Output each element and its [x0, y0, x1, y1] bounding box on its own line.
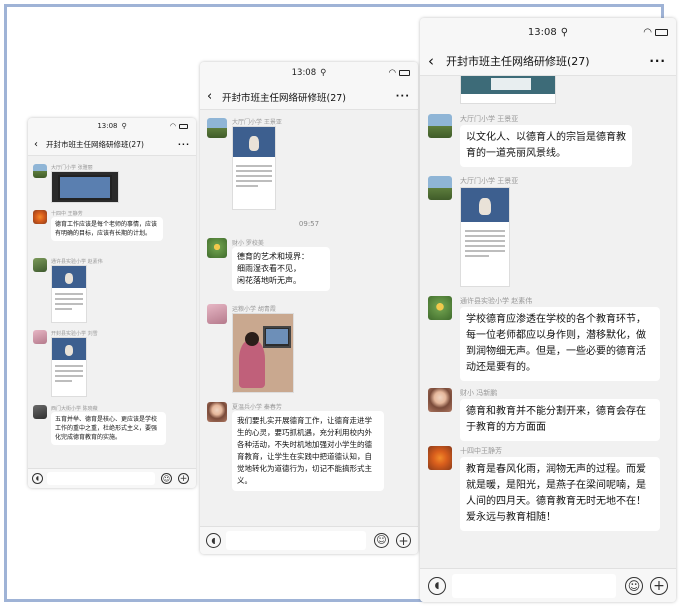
input-bar: ◖ ☺ +	[28, 468, 196, 488]
input-bar: ◖ ☺ +	[420, 568, 676, 602]
phone-screenshot-3: 13:08 ⚲ ◠ ‹ 开封市班主任网络研修班(27) ··· 大厅门小学 王景…	[420, 18, 676, 602]
battery-icon	[655, 28, 668, 36]
photo-message[interactable]	[232, 313, 294, 393]
image-message[interactable]	[460, 187, 510, 287]
sender-name: 西门大街小学 陈晓薇	[51, 406, 98, 412]
avatar[interactable]	[428, 388, 452, 412]
search-status-icon: ⚲	[320, 68, 327, 78]
message-bubble[interactable]: 德育的艺术和境界： 细雨湿衣看不见， 闲花落地听无声。	[232, 247, 330, 291]
status-bar: 13:08 ⚲ ◠	[420, 18, 676, 46]
avatar[interactable]	[428, 176, 452, 200]
wifi-icon: ◠	[643, 26, 652, 38]
message-input[interactable]	[226, 531, 366, 550]
more-options-icon[interactable]: ···	[649, 54, 666, 68]
avatar[interactable]	[428, 114, 452, 138]
emoji-icon[interactable]: ☺	[374, 533, 389, 548]
back-arrow-icon[interactable]: ‹	[207, 89, 212, 104]
message-bubble[interactable]: 以文化人、以德育人的宗旨是德育教育的一道亮丽风景线。	[460, 125, 632, 167]
sender-name: 运粮小学 胡青霞	[232, 306, 276, 313]
plus-icon[interactable]: +	[178, 473, 189, 484]
sender-name: 大厅门小学 王景亚	[460, 177, 519, 185]
sender-name: 夏温兵小学 秦春芳	[232, 404, 282, 411]
avatar[interactable]	[428, 296, 452, 320]
sender-name: 通许县实验小学 赵素伟	[460, 297, 533, 305]
back-arrow-icon[interactable]: ‹	[34, 139, 38, 150]
avatar[interactable]	[33, 258, 47, 272]
avatar[interactable]	[207, 304, 227, 324]
voice-icon[interactable]: ◖	[206, 533, 221, 548]
message-input[interactable]	[452, 574, 616, 598]
chat-title: 开封市班主任网络研修班(27)	[46, 140, 144, 149]
chat-title: 开封市班主任网络研修班(27)	[446, 54, 590, 68]
avatar[interactable]	[207, 118, 227, 138]
avatar[interactable]	[33, 330, 47, 344]
avatar[interactable]	[428, 446, 452, 470]
emoji-icon[interactable]: ☺	[625, 577, 643, 595]
avatar[interactable]	[33, 164, 47, 178]
wifi-icon: ◠	[388, 68, 396, 78]
battery-icon	[179, 123, 188, 129]
avatar[interactable]	[207, 238, 227, 258]
sender-name: 大厅门小学 张雅丽	[51, 165, 93, 171]
image-message[interactable]	[51, 337, 87, 397]
sender-name: 通许县实验小学 赵素伟	[51, 259, 103, 265]
phone-screenshot-1: 13:08 ⚲ ◠ ‹ 开封市班主任网络研修班(27) ··· 大厅门小学 张雅…	[28, 118, 196, 488]
status-time: 13:08	[527, 26, 557, 38]
sender-name: 十四中 王静芳	[51, 211, 83, 217]
more-options-icon[interactable]: ···	[396, 91, 410, 102]
image-message[interactable]	[51, 265, 87, 323]
message-input[interactable]	[47, 472, 155, 485]
avatar[interactable]	[33, 210, 47, 224]
more-options-icon[interactable]: ···	[178, 140, 190, 149]
chat-title: 开封市班主任网络研修班(27)	[222, 92, 347, 104]
chat-header: ‹ 开封市班主任网络研修班(27) ···	[200, 84, 418, 110]
status-bar: 13:08 ⚲ ◠	[200, 62, 418, 84]
sender-name: 财小 冯新鹏	[460, 389, 498, 397]
message-bubble[interactable]: 我们要扎实开展德育工作，让德育走进学生的心灵，要巧抓机遇，充分利用校内外各种活动…	[232, 411, 384, 491]
message-bubble[interactable]: 教育是春风化雨，润物无声的过程。而爱就是暖，是阳光，是燕子在梁间呢喃，是人间的四…	[460, 457, 660, 531]
avatar[interactable]	[33, 405, 47, 419]
message-bubble[interactable]: 五育并举、德育是核心、更应该是学校工作的重中之重，杜绝形式主义，要强化完成德育教…	[51, 412, 166, 445]
chat-header: ‹ 开封市班主任网络研修班(27) ···	[420, 46, 676, 76]
phone-screenshot-2: 13:08 ⚲ ◠ ‹ 开封市班主任网络研修班(27) ··· 大厅门小学 王景…	[200, 62, 418, 554]
back-arrow-icon[interactable]: ‹	[428, 52, 434, 70]
sender-name: 大厅门小学 王景亚	[232, 119, 282, 126]
status-time: 13:08	[97, 122, 118, 130]
battery-icon	[399, 70, 410, 76]
message-bubble[interactable]: 德育工作应该是每个老师的事情，应该有明确的目标，应该有长期的计划。	[51, 217, 163, 241]
image-message[interactable]	[460, 76, 556, 104]
voice-icon[interactable]: ◖	[32, 473, 43, 484]
sender-name: 开封县实验小学 刘雪	[51, 331, 98, 337]
sender-name: 大厅门小学 王景亚	[460, 115, 519, 123]
message-bubble[interactable]: 德育和教育并不能分割开来，德育会存在于教育的方方面面	[460, 399, 660, 441]
image-message[interactable]	[51, 171, 119, 203]
message-bubble[interactable]: 学校德育应渗透在学校的各个教育环节，每一位老师都应以身作则，潜移默化，做到润物细…	[460, 307, 660, 381]
plus-icon[interactable]: +	[650, 577, 668, 595]
avatar[interactable]	[207, 402, 227, 422]
wifi-icon: ◠	[169, 122, 176, 130]
input-bar: ◖ ☺ +	[200, 526, 418, 554]
sender-name: 十四中王静芳	[460, 447, 502, 455]
timestamp: 09:57	[298, 220, 320, 228]
image-message[interactable]	[232, 126, 276, 210]
plus-icon[interactable]: +	[396, 533, 411, 548]
search-status-icon: ⚲	[560, 26, 569, 38]
sender-name: 财小 罗校美	[232, 240, 264, 247]
search-status-icon: ⚲	[121, 122, 127, 130]
emoji-icon[interactable]: ☺	[161, 473, 172, 484]
chat-header: ‹ 开封市班主任网络研修班(27) ···	[28, 134, 196, 156]
voice-icon[interactable]: ◖	[428, 577, 446, 595]
status-time: 13:08	[291, 68, 317, 78]
status-bar: 13:08 ⚲ ◠	[28, 118, 196, 134]
